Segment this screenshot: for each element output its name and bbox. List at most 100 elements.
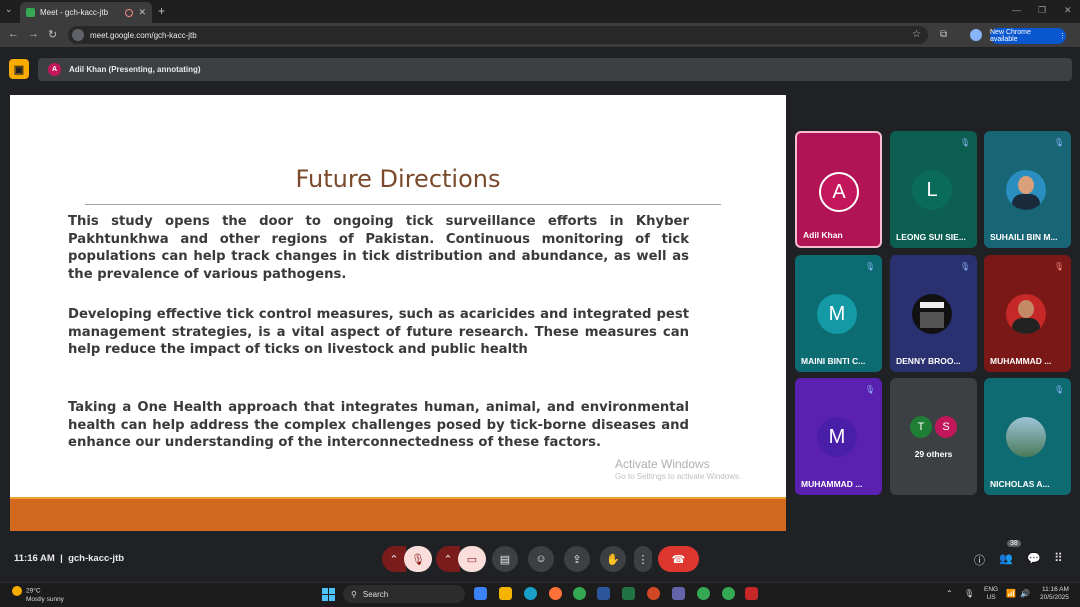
- browser-tab[interactable]: Meet - gch-kacc-jtb ✕: [20, 2, 152, 23]
- browser-toolbar: ← → ↻ meet.google.com/gch-kacc-jtb ☆ ⧉ N…: [0, 23, 1080, 47]
- meeting-info: 11:16 AM | gch-kacc-jtb: [14, 553, 124, 564]
- presenter-label: Adil Khan (Presenting, annotating): [69, 65, 201, 74]
- title-divider: [85, 204, 721, 205]
- restore-icon[interactable]: ❐: [1038, 5, 1046, 16]
- weather-widget[interactable]: 29°C Mostly sunny: [12, 586, 64, 604]
- participant-name: MUHAMMAD ...: [801, 479, 863, 489]
- reload-icon[interactable]: ↻: [48, 28, 57, 41]
- excel-icon[interactable]: [622, 587, 635, 600]
- presentation-slide: Future Directions This study opens the d…: [10, 95, 786, 531]
- more-options-button[interactable]: ⋮: [634, 546, 652, 572]
- lang-code: ENG: [984, 586, 999, 593]
- muted-mic-icon: 🎙: [864, 384, 876, 394]
- participant-photo: [1006, 294, 1046, 334]
- mic-off-button[interactable]: 🎙: [404, 546, 432, 572]
- participant-name: SUHAILI BIN M...: [990, 232, 1058, 242]
- participant-avatar: L: [912, 170, 952, 210]
- chat-icon[interactable]: 💬: [1027, 552, 1041, 565]
- firefox-icon[interactable]: [549, 587, 562, 600]
- captions-button[interactable]: ▤: [492, 546, 518, 572]
- raise-hand-button[interactable]: ✋: [600, 546, 626, 572]
- camera-off-button[interactable]: ▭: [458, 546, 486, 572]
- sun-icon: [12, 586, 22, 596]
- participant-tile[interactable]: 🎙 DENNY BROO...: [890, 255, 977, 372]
- chrome-menu-icon[interactable]: ⋮: [1059, 32, 1066, 40]
- tray-mic-icon[interactable]: 🎙: [964, 589, 974, 598]
- participant-name: LEONG SUI SIE...: [896, 232, 966, 242]
- app-icon[interactable]: [745, 587, 758, 600]
- participant-name: MUHAMMAD ...: [990, 356, 1052, 366]
- participant-tile[interactable]: 🎙 NICHOLAS A...: [984, 378, 1071, 495]
- extensions-icon[interactable]: ⧉: [940, 29, 947, 40]
- recording-indicator-icon: [125, 8, 134, 17]
- new-tab-button[interactable]: +: [158, 4, 165, 18]
- slide-footer-band: [10, 499, 786, 531]
- file-explorer-icon[interactable]: [499, 587, 512, 600]
- people-icon[interactable]: 👥: [999, 552, 1013, 565]
- participant-tile[interactable]: 🎙 M MAINI BINTI C...: [795, 255, 882, 372]
- chrome-icon[interactable]: [722, 587, 735, 600]
- reactions-button[interactable]: ☺: [528, 546, 554, 572]
- presenter-avatar: A: [48, 63, 61, 76]
- language-indicator[interactable]: ENG US: [984, 586, 998, 602]
- leave-call-button[interactable]: ☎: [658, 546, 699, 572]
- participant-name: DENNY BROO...: [896, 356, 961, 366]
- windows-start-icon[interactable]: [322, 588, 335, 601]
- profile-avatar-icon[interactable]: [970, 29, 982, 41]
- bookmark-star-icon[interactable]: ☆: [912, 29, 921, 40]
- new-chrome-available-button[interactable]: New Chrome available ⋮: [990, 28, 1066, 44]
- weather-desc: Mostly sunny: [26, 596, 64, 603]
- back-icon[interactable]: ←: [8, 28, 19, 40]
- system-time: 11:16 AM: [1041, 586, 1069, 593]
- participant-name: MAINI BINTI C...: [801, 356, 866, 366]
- tab-title: Meet - gch-kacc-jtb: [40, 8, 109, 17]
- others-count: 29 others: [914, 449, 953, 459]
- url-text: meet.google.com/gch-kacc-jtb: [90, 30, 197, 40]
- separator: |: [60, 553, 63, 564]
- muted-mic-icon: 🎙: [864, 261, 876, 271]
- others-avatar: S: [935, 416, 957, 438]
- copilot-icon[interactable]: [474, 587, 487, 600]
- muted-mic-icon: 🎙: [1053, 261, 1065, 271]
- stop-presenting-icon[interactable]: ▣: [9, 59, 29, 79]
- participant-tile[interactable]: A Adil Khan: [795, 131, 882, 248]
- participant-tile[interactable]: 🎙 MUHAMMAD ...: [984, 255, 1071, 372]
- tab-close-icon[interactable]: ✕: [138, 7, 146, 18]
- participant-tile[interactable]: 🎙 M MUHAMMAD ...: [795, 378, 882, 495]
- audio-options-chevron-icon[interactable]: ⌃: [382, 546, 406, 572]
- activities-icon[interactable]: ⠿: [1054, 551, 1063, 565]
- wifi-icon[interactable]: 📶: [1006, 589, 1016, 598]
- teams-icon[interactable]: [672, 587, 685, 600]
- slide-paragraph: Taking a One Health approach that integr…: [68, 400, 689, 450]
- chrome-icon[interactable]: [697, 587, 710, 600]
- others-tile[interactable]: T S 29 others: [890, 378, 977, 495]
- close-window-icon[interactable]: ✕: [1064, 5, 1072, 16]
- taskbar-search[interactable]: ⚲ Search: [343, 585, 465, 603]
- system-clock[interactable]: 11:16 AM 20/5/2025: [1040, 586, 1069, 602]
- others-avatar: T: [910, 416, 932, 438]
- slide-paragraph: This study opens the door to ongoing tic…: [68, 214, 689, 282]
- muted-mic-icon: 🎙: [1053, 384, 1065, 394]
- participant-tile[interactable]: 🎙 L LEONG SUI SIE...: [890, 131, 977, 248]
- word-icon[interactable]: [597, 587, 610, 600]
- powerpoint-icon[interactable]: [647, 587, 660, 600]
- tab-search-icon[interactable]: ⌄: [5, 4, 13, 15]
- windows-taskbar: [0, 582, 1080, 607]
- update-label: New Chrome available: [990, 29, 1031, 43]
- address-bar[interactable]: meet.google.com/gch-kacc-jtb: [68, 26, 928, 44]
- meeting-details-icon[interactable]: ⓘ: [974, 552, 985, 568]
- participant-tile[interactable]: 🎙 SUHAILI BIN M...: [984, 131, 1071, 248]
- tray-chevron-icon[interactable]: ⌃: [946, 589, 953, 598]
- present-screen-button[interactable]: ⇪: [564, 546, 590, 572]
- volume-icon[interactable]: 🔊: [1020, 589, 1030, 598]
- edge-icon[interactable]: [524, 587, 537, 600]
- meeting-time: 11:16 AM: [14, 553, 55, 564]
- site-info-icon[interactable]: [72, 29, 84, 41]
- minimize-icon[interactable]: —: [1012, 5, 1021, 15]
- slide-paragraph: Developing effective tick control measur…: [68, 307, 689, 357]
- participant-photo: [912, 294, 952, 334]
- video-options-chevron-icon[interactable]: ⌃: [436, 546, 460, 572]
- chrome-icon[interactable]: [573, 587, 586, 600]
- forward-icon[interactable]: →: [28, 28, 39, 40]
- muted-mic-icon: 🎙: [959, 137, 971, 147]
